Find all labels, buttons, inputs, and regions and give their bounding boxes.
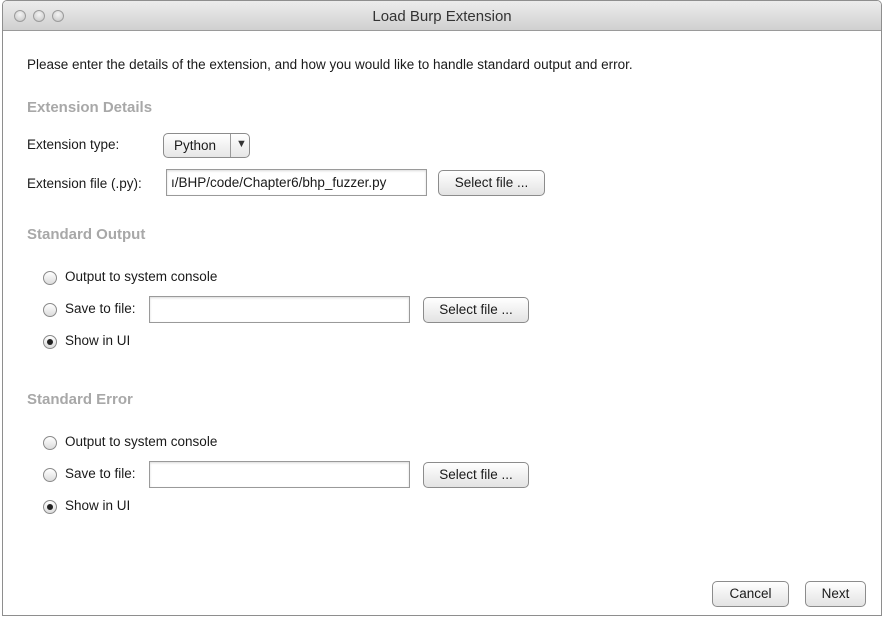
- stderr-file-label: Save to file:: [65, 466, 136, 481]
- stderr-ui-label: Show in UI: [65, 498, 131, 513]
- extension-type-value: Python: [174, 138, 217, 153]
- dropdown-arrow-icon: ▼: [236, 138, 247, 150]
- stderr-file-input[interactable]: [149, 461, 410, 488]
- extension-select-file-button[interactable]: Select file ...: [438, 170, 545, 196]
- cancel-button[interactable]: Cancel: [712, 581, 789, 607]
- extension-details-heading: Extension Details: [27, 99, 153, 116]
- next-button[interactable]: Next: [805, 581, 866, 607]
- intro-text: Please enter the details of the extensio…: [27, 57, 633, 72]
- stderr-select-file-button[interactable]: Select file ...: [423, 462, 529, 488]
- window-title: Load Burp Extension: [372, 8, 512, 25]
- stdout-ui-label: Show in UI: [65, 333, 131, 348]
- title-bar: Load Burp Extension: [3, 1, 881, 31]
- dialog-window: Load Burp Extension Please enter the det…: [2, 0, 882, 616]
- stderr-ui-radio[interactable]: [43, 500, 57, 514]
- stdout-file-label: Save to file:: [65, 301, 136, 316]
- dialog-content: Please enter the details of the extensio…: [3, 31, 881, 615]
- extension-type-select[interactable]: Python ▼: [163, 133, 250, 158]
- stderr-console-label: Output to system console: [65, 434, 218, 449]
- stdout-ui-radio[interactable]: [43, 335, 57, 349]
- extension-file-label: Extension file (.py):: [27, 176, 142, 191]
- select-divider: [230, 134, 231, 157]
- stdout-console-radio[interactable]: [43, 271, 57, 285]
- extension-file-input[interactable]: ı/BHP/code/Chapter6/bhp_fuzzer.py: [166, 169, 427, 196]
- standard-error-heading: Standard Error: [27, 391, 133, 408]
- stdout-file-input[interactable]: [149, 296, 410, 323]
- stdout-select-file-button[interactable]: Select file ...: [423, 297, 529, 323]
- stderr-file-radio[interactable]: [43, 468, 57, 482]
- extension-type-label: Extension type:: [27, 137, 120, 152]
- stderr-console-radio[interactable]: [43, 436, 57, 450]
- standard-output-heading: Standard Output: [27, 226, 146, 243]
- stdout-file-radio[interactable]: [43, 303, 57, 317]
- stdout-console-label: Output to system console: [65, 269, 218, 284]
